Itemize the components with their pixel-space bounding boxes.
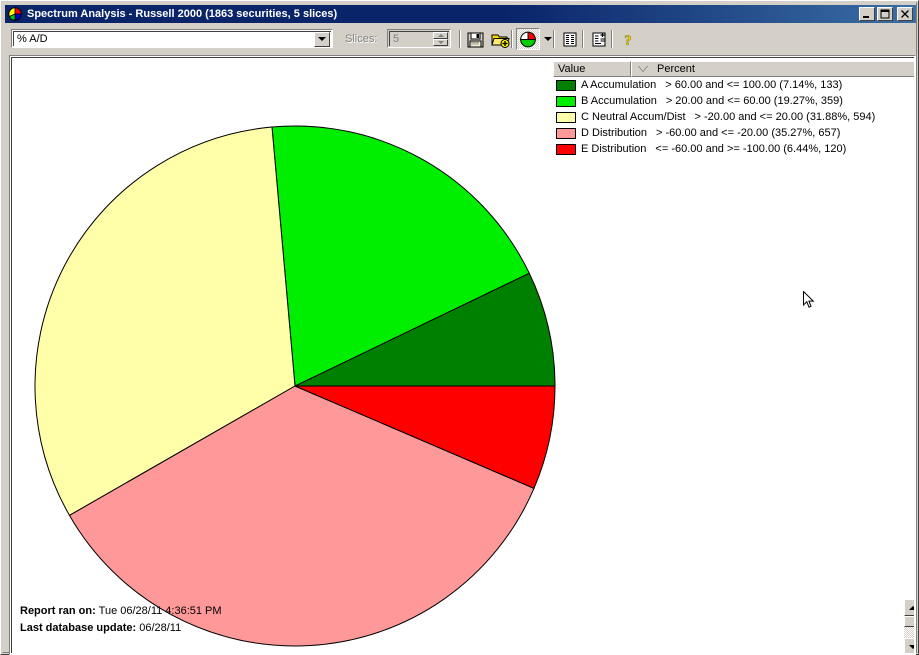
triangle-down-icon bbox=[908, 644, 914, 649]
title-bar[interactable]: Spectrum Analysis - Russell 2000 (1863 s… bbox=[5, 5, 916, 23]
scrollbar-track[interactable] bbox=[904, 627, 914, 638]
maximize-button[interactable] bbox=[877, 7, 893, 21]
legend-color-swatch bbox=[556, 127, 576, 139]
slices-increment-button[interactable] bbox=[433, 31, 448, 39]
report-add-icon bbox=[592, 32, 606, 46]
legend-rows: A Accumulation > 60.00 and <= 100.00 (7.1… bbox=[553, 77, 914, 157]
slices-spin-buttons[interactable] bbox=[433, 31, 448, 47]
pie-chart-icon bbox=[520, 31, 536, 47]
slices-value: 5 bbox=[393, 33, 400, 45]
floppy-disk-icon bbox=[467, 32, 484, 47]
field-select[interactable]: % A/D bbox=[11, 29, 333, 48]
legend-header-row: Value Percent bbox=[553, 61, 914, 77]
legend-column-value[interactable]: Value bbox=[553, 61, 631, 77]
legend-row-name: D Distribution bbox=[581, 127, 648, 139]
legend-row-name: A Accumulation bbox=[581, 79, 657, 91]
application-window: Spectrum Analysis - Russell 2000 (1863 s… bbox=[0, 0, 919, 655]
report-list-icon bbox=[563, 32, 577, 46]
legend-column-value-label: Value bbox=[558, 63, 586, 75]
db-update-line: Last database update: 06/28/11 bbox=[20, 620, 222, 637]
report-view-button[interactable] bbox=[558, 28, 582, 50]
legend-row[interactable]: A Accumulation > 60.00 and <= 100.00 (7.1… bbox=[553, 77, 914, 93]
window-inner-frame: Spectrum Analysis - Russell 2000 (1863 s… bbox=[2, 2, 917, 655]
open-button[interactable] bbox=[488, 28, 512, 50]
slices-label: Slices: bbox=[345, 33, 378, 45]
legend-row[interactable]: C Neutral Accum/Dist > -20.00 and <= 20.0… bbox=[553, 109, 914, 125]
legend-color-swatch bbox=[556, 95, 576, 107]
legend-row-range: > 20.00 and <= 60.00 (19.27%, 359) bbox=[665, 95, 843, 107]
legend-panel: Value Percent A Accumulation > 60.00 and … bbox=[553, 61, 914, 164]
legend-row-range: > 60.00 and <= 100.00 (7.14%, 133) bbox=[665, 79, 843, 91]
scroll-up-button[interactable] bbox=[904, 599, 914, 616]
help-button[interactable]: ? bbox=[616, 28, 640, 50]
svg-text:?: ? bbox=[624, 33, 632, 48]
report-ran-line: Report ran on: Tue 06/28/11 4:36:51 PM bbox=[20, 603, 222, 620]
legend-row-range: > -60.00 and <= -20.00 (35.27%, 657) bbox=[656, 127, 841, 139]
window-controls bbox=[859, 7, 913, 21]
report-footer: Report ran on: Tue 06/28/11 4:36:51 PM L… bbox=[20, 603, 222, 637]
pie-chart-canvas[interactable] bbox=[12, 58, 572, 653]
db-update-label: Last database update: bbox=[20, 622, 137, 634]
toolbar-separator bbox=[611, 30, 613, 48]
legend-column-percent-label: Percent bbox=[657, 63, 695, 75]
scrollbar-thumb[interactable] bbox=[904, 616, 914, 627]
legend-color-swatch bbox=[556, 79, 576, 91]
legend-color-swatch bbox=[556, 111, 576, 123]
legend-row[interactable]: B Accumulation > 20.00 and <= 60.00 (19.2… bbox=[553, 93, 914, 109]
triangle-up-icon bbox=[437, 33, 444, 37]
pie-chart-icon bbox=[7, 7, 23, 21]
legend-color-swatch bbox=[556, 143, 576, 155]
report-ran-value: Tue 06/28/11 4:36:51 PM bbox=[98, 605, 222, 617]
legend-row-range: <= -60.00 and >= -100.00 (6.44%, 120) bbox=[655, 143, 847, 155]
legend-row-name: B Accumulation bbox=[581, 95, 657, 107]
report-ran-label: Report ran on: bbox=[20, 605, 96, 617]
question-mark-icon: ? bbox=[624, 32, 632, 48]
triangle-up-icon bbox=[908, 605, 914, 610]
legend-row[interactable]: E Distribution <= -60.00 and >= -100.00 (… bbox=[553, 141, 914, 157]
field-select-value: % A/D bbox=[17, 33, 48, 45]
slices-stepper[interactable]: 5 bbox=[387, 29, 451, 48]
slices-decrement-button[interactable] bbox=[433, 38, 448, 46]
toolbar-separator bbox=[582, 30, 584, 48]
scroll-down-button[interactable] bbox=[904, 638, 914, 653]
toolbar: % A/D Slices: 5 ? bbox=[5, 25, 916, 53]
mouse-cursor bbox=[803, 290, 815, 310]
db-update-value: 06/28/11 bbox=[139, 622, 182, 634]
pie-chart-view-button[interactable] bbox=[516, 28, 540, 50]
legend-row[interactable]: D Distribution > -60.00 and <= -20.00 (35… bbox=[553, 125, 914, 141]
sort-descending-icon bbox=[638, 66, 648, 72]
vertical-scrollbar[interactable] bbox=[904, 599, 914, 653]
legend-row-name: E Distribution bbox=[581, 143, 647, 155]
window-title: Spectrum Analysis - Russell 2000 (1863 s… bbox=[27, 8, 338, 20]
field-select-dropdown-button[interactable] bbox=[314, 31, 330, 47]
chevron-down-icon bbox=[318, 37, 326, 41]
chevron-down-icon bbox=[543, 37, 552, 41]
legend-column-percent[interactable]: Percent bbox=[631, 61, 914, 77]
open-folder-plus-icon bbox=[490, 34, 510, 48]
save-button[interactable] bbox=[464, 28, 488, 50]
minimize-button[interactable] bbox=[859, 7, 875, 21]
toolbar-separator bbox=[553, 30, 555, 48]
report-add-button[interactable] bbox=[587, 28, 611, 50]
report-client-area: Value Percent A Accumulation > 60.00 and … bbox=[9, 55, 916, 655]
pie-chart[interactable] bbox=[12, 58, 572, 653]
toolbar-separator bbox=[511, 30, 513, 48]
legend-row-range: > -20.00 and <= 20.00 (31.88%, 594) bbox=[694, 111, 876, 123]
close-button[interactable] bbox=[897, 7, 913, 21]
toolbar-separator bbox=[459, 30, 461, 48]
legend-row-name: C Neutral Accum/Dist bbox=[581, 111, 686, 123]
triangle-down-icon bbox=[437, 40, 444, 44]
